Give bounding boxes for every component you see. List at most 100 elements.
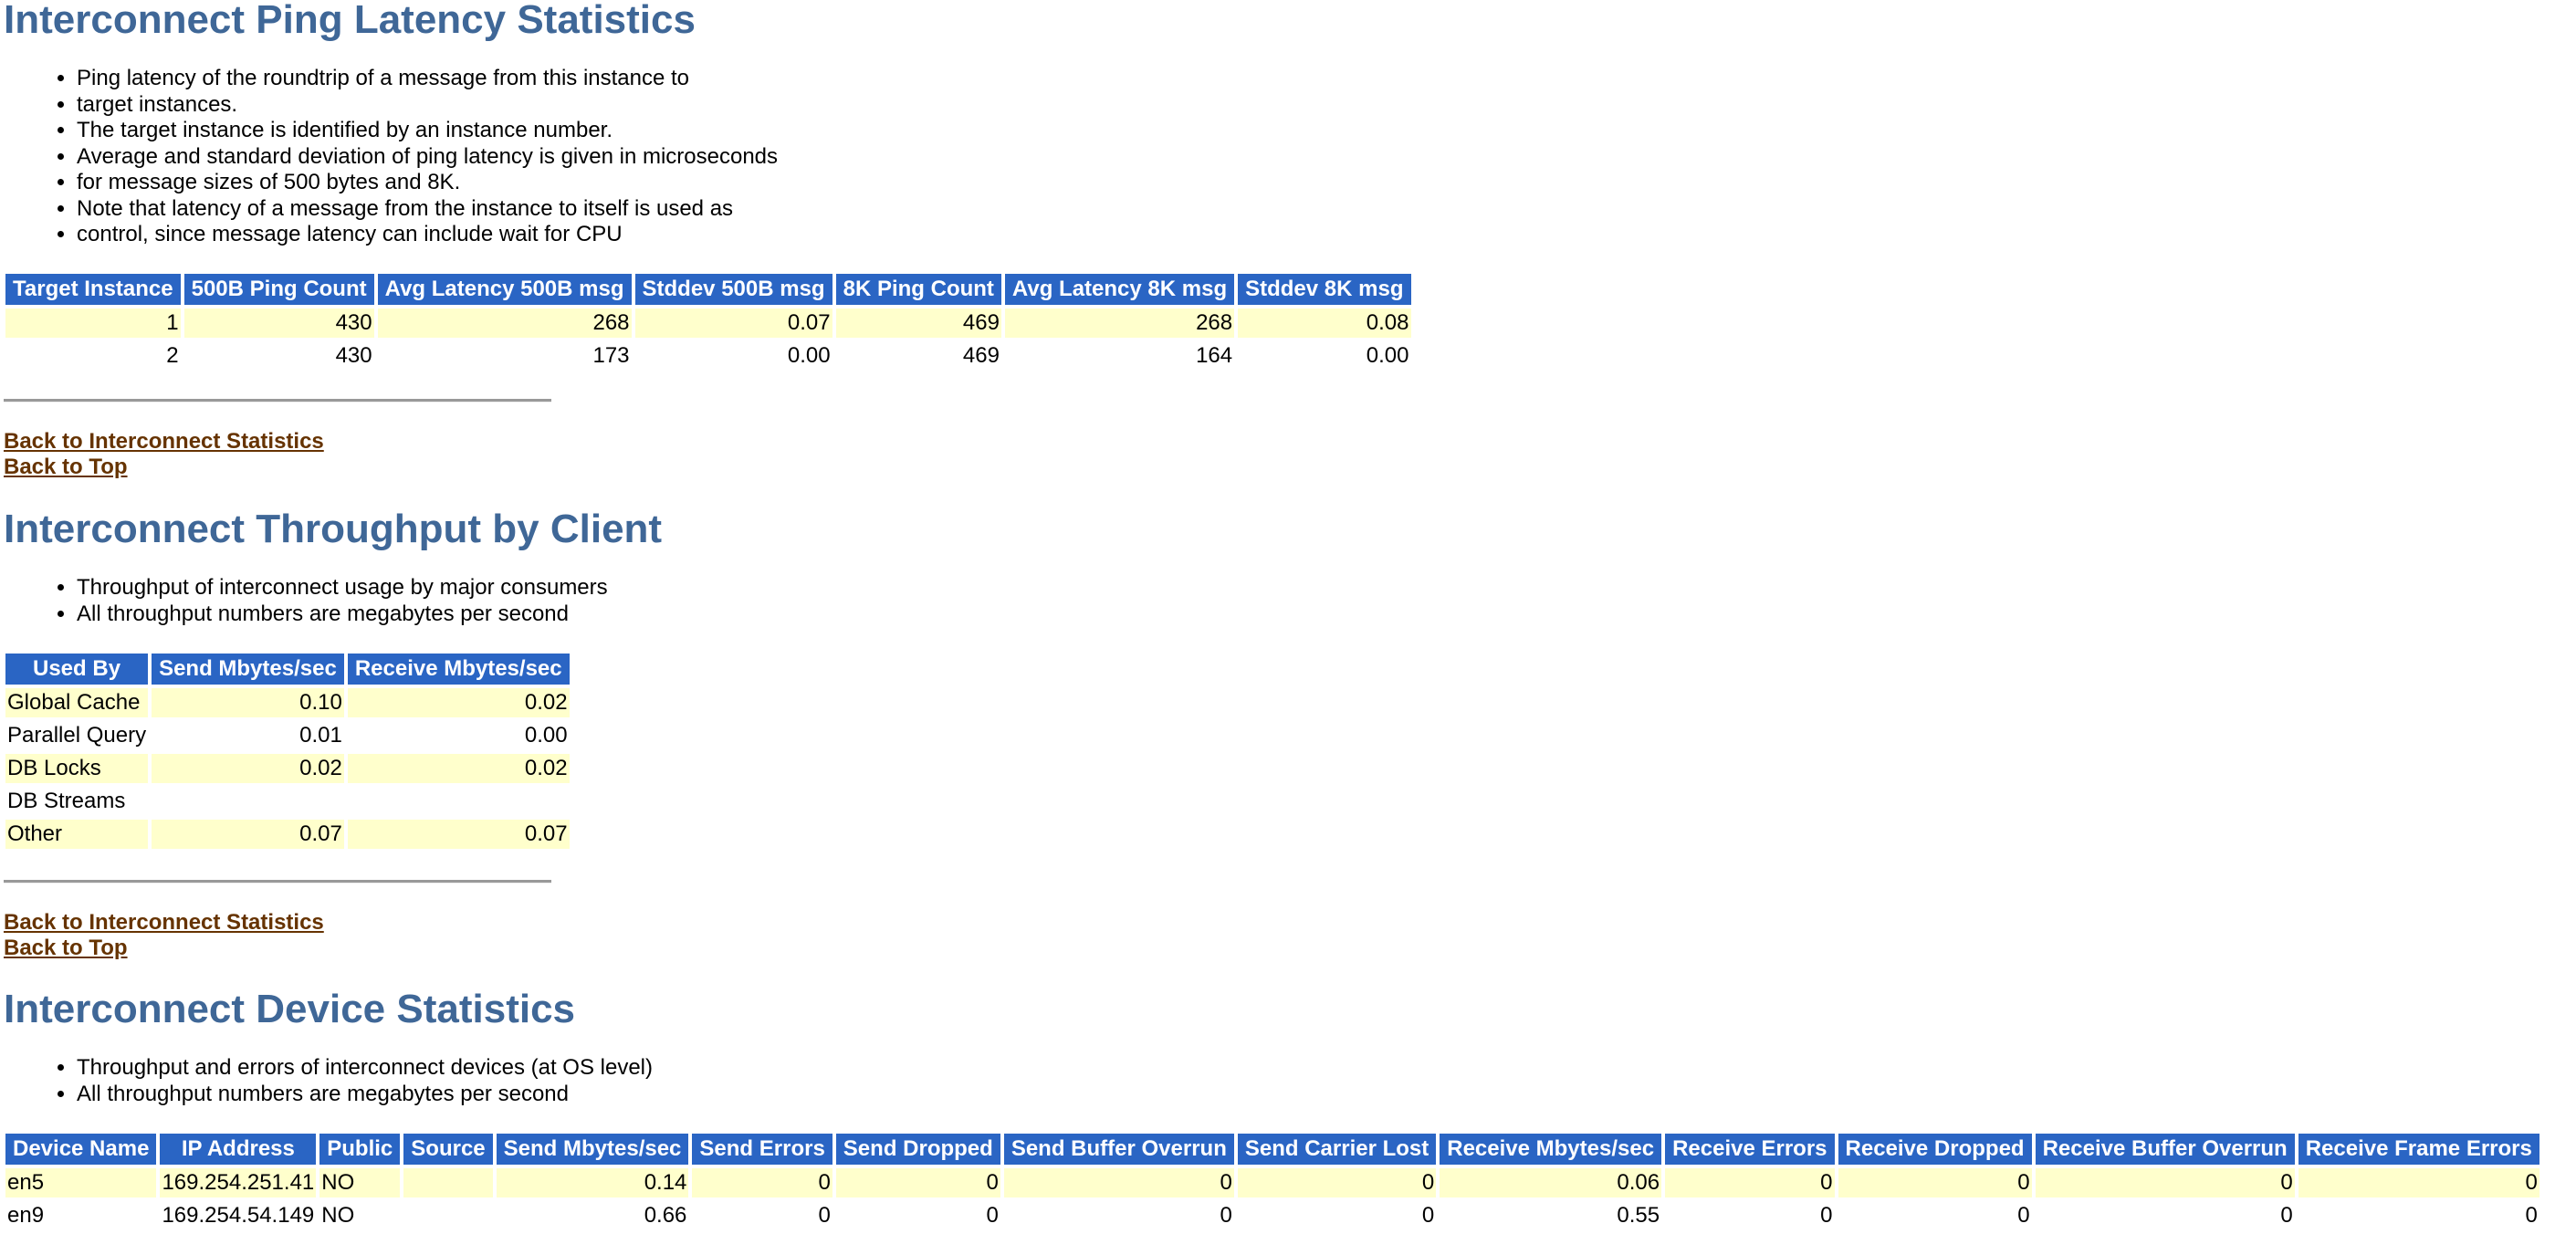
col-device-name: Device Name (5, 1134, 157, 1165)
table-row: Other 0.07 0.07 (5, 820, 570, 849)
device-stats-notes: Throughput and errors of interconnect de… (0, 1055, 653, 1107)
cell: 0.14 (496, 1168, 689, 1197)
cell: 0 (1421, 1203, 1435, 1228)
col-send-errors: Send Errors (692, 1134, 832, 1165)
cell: 268 (1004, 308, 1235, 338)
cell: 0.07 (152, 820, 344, 849)
cell: 0 (692, 1168, 832, 1197)
cell: 0 (986, 1203, 999, 1228)
cell: 0 (2280, 1203, 2293, 1228)
col-receive-mbytes: Receive Mbytes/sec (1440, 1134, 1662, 1165)
cell: 0 (1838, 1168, 2032, 1197)
col-ip-address: IP Address (160, 1134, 317, 1165)
cell: 0.07 (347, 820, 570, 849)
col-500b-ping-count: 500B Ping Count (183, 274, 374, 305)
table-row: DB Streams (5, 787, 570, 816)
table-row: Global Cache 0.10 0.02 (5, 688, 570, 717)
col-8k-ping-count: 8K Ping Count (835, 274, 1001, 305)
cell: 430 (335, 343, 372, 368)
col-send-buffer-overrun: Send Buffer Overrun (1003, 1134, 1234, 1165)
note-item: Average and standard deviation of ping l… (77, 144, 778, 171)
col-target-instance: Target Instance (5, 274, 181, 305)
cell: 0.66 (644, 1203, 687, 1228)
back-to-interconnect-link[interactable]: Back to Interconnect Statistics (4, 910, 324, 936)
cell: 0.02 (152, 754, 344, 783)
cell: 0 (1820, 1203, 1833, 1228)
col-stddev-500b: Stddev 500B msg (634, 274, 832, 305)
note-item: All throughput numbers are megabytes per… (77, 1082, 653, 1108)
col-send-mbytes: Send Mbytes/sec (496, 1134, 689, 1165)
cell: 0.02 (347, 754, 570, 783)
cell: 2 (166, 343, 179, 368)
cell: 0 (1237, 1168, 1437, 1197)
cell: 0.07 (634, 308, 832, 338)
cell (152, 787, 344, 816)
cell: 0 (2298, 1168, 2539, 1197)
note-item: Throughput and errors of interconnect de… (77, 1055, 653, 1082)
cell: 169.254.251.41 (160, 1168, 317, 1197)
table-row: en9 169.254.54.149 NO 0.66 0 0 0 0 0.55 … (5, 1201, 2539, 1230)
cell: 0 (1220, 1203, 1232, 1228)
cell: 268 (377, 308, 632, 338)
ping-latency-heading: Interconnect Ping Latency Statistics (4, 0, 696, 42)
col-source: Source (403, 1134, 493, 1165)
table-header-row: Target Instance 500B Ping Count Avg Late… (5, 274, 1411, 305)
cell: 0.00 (524, 723, 568, 748)
cell: 0 (2525, 1203, 2538, 1228)
table-row: 1 430 268 0.07 469 268 0.08 (5, 308, 1411, 338)
back-to-top-link[interactable]: Back to Top (4, 455, 128, 480)
back-to-interconnect-link[interactable]: Back to Interconnect Statistics (4, 429, 324, 455)
ping-latency-notes: Ping latency of the roundtrip of a messa… (0, 66, 778, 248)
cell: DB Locks (5, 754, 149, 783)
table-header-row: Device Name IP Address Public Source Sen… (5, 1134, 2539, 1165)
cell: 1 (5, 308, 181, 338)
cell: 469 (962, 343, 1000, 368)
cell: en5 (5, 1168, 157, 1197)
cell: NO (321, 1203, 355, 1228)
col-send-carrier-lost: Send Carrier Lost (1237, 1134, 1437, 1165)
cell: 0 (1665, 1168, 1835, 1197)
col-avg-latency-8k: Avg Latency 8K msg (1004, 274, 1235, 305)
cell (403, 1168, 493, 1197)
note-item: target instances. (77, 92, 778, 119)
table-row: en5 169.254.251.41 NO 0.14 0 0 0 0 0.06 … (5, 1168, 2539, 1197)
cell: 0 (2017, 1203, 2030, 1228)
back-to-top-link[interactable]: Back to Top (4, 936, 128, 961)
note-item: for message sizes of 500 bytes and 8K. (77, 170, 778, 196)
table-row: Parallel Query 0.01 0.00 (5, 721, 570, 750)
cell: 0 (1003, 1168, 1234, 1197)
col-send-mbytes: Send Mbytes/sec (152, 654, 344, 685)
cell: Other (5, 820, 149, 849)
device-stats-table: Device Name IP Address Public Source Sen… (2, 1130, 2543, 1234)
note-item: Note that latency of a message from the … (77, 196, 778, 223)
throughput-table: Used By Send Mbytes/sec Receive Mbytes/s… (2, 650, 573, 852)
ping-latency-table: Target Instance 500B Ping Count Avg Late… (2, 270, 1415, 374)
col-avg-latency-500b: Avg Latency 500B msg (377, 274, 632, 305)
col-public: Public (319, 1134, 401, 1165)
col-stddev-8k: Stddev 8K msg (1238, 274, 1411, 305)
cell: NO (319, 1168, 401, 1197)
col-receive-mbytes: Receive Mbytes/sec (347, 654, 570, 685)
col-send-dropped: Send Dropped (835, 1134, 1000, 1165)
note-item: Throughput of interconnect usage by majo… (77, 575, 608, 601)
cell (403, 1201, 492, 1230)
note-item: All throughput numbers are megabytes per… (77, 601, 608, 628)
note-item: control, since message latency can inclu… (77, 222, 778, 248)
cell: 0.02 (347, 688, 570, 717)
table-row: 2 430 173 0.00 469 164 0.00 (5, 341, 1411, 371)
device-stats-heading: Interconnect Device Statistics (4, 987, 576, 1031)
cell: 0.06 (1440, 1168, 1662, 1197)
throughput-notes: Throughput of interconnect usage by majo… (0, 575, 608, 627)
cell: 164 (1196, 343, 1233, 368)
cell: 430 (183, 308, 374, 338)
throughput-heading: Interconnect Throughput by Client (4, 507, 663, 551)
cell: 0.00 (787, 343, 831, 368)
cell: 0.01 (299, 723, 342, 748)
col-receive-frame-errors: Receive Frame Errors (2298, 1134, 2539, 1165)
cell: 0 (835, 1168, 1000, 1197)
col-used-by: Used By (5, 654, 149, 685)
cell: en9 (7, 1203, 45, 1228)
table-row: DB Locks 0.02 0.02 (5, 754, 570, 783)
cell: Parallel Query (7, 723, 147, 748)
cell: 0.55 (1617, 1203, 1660, 1228)
